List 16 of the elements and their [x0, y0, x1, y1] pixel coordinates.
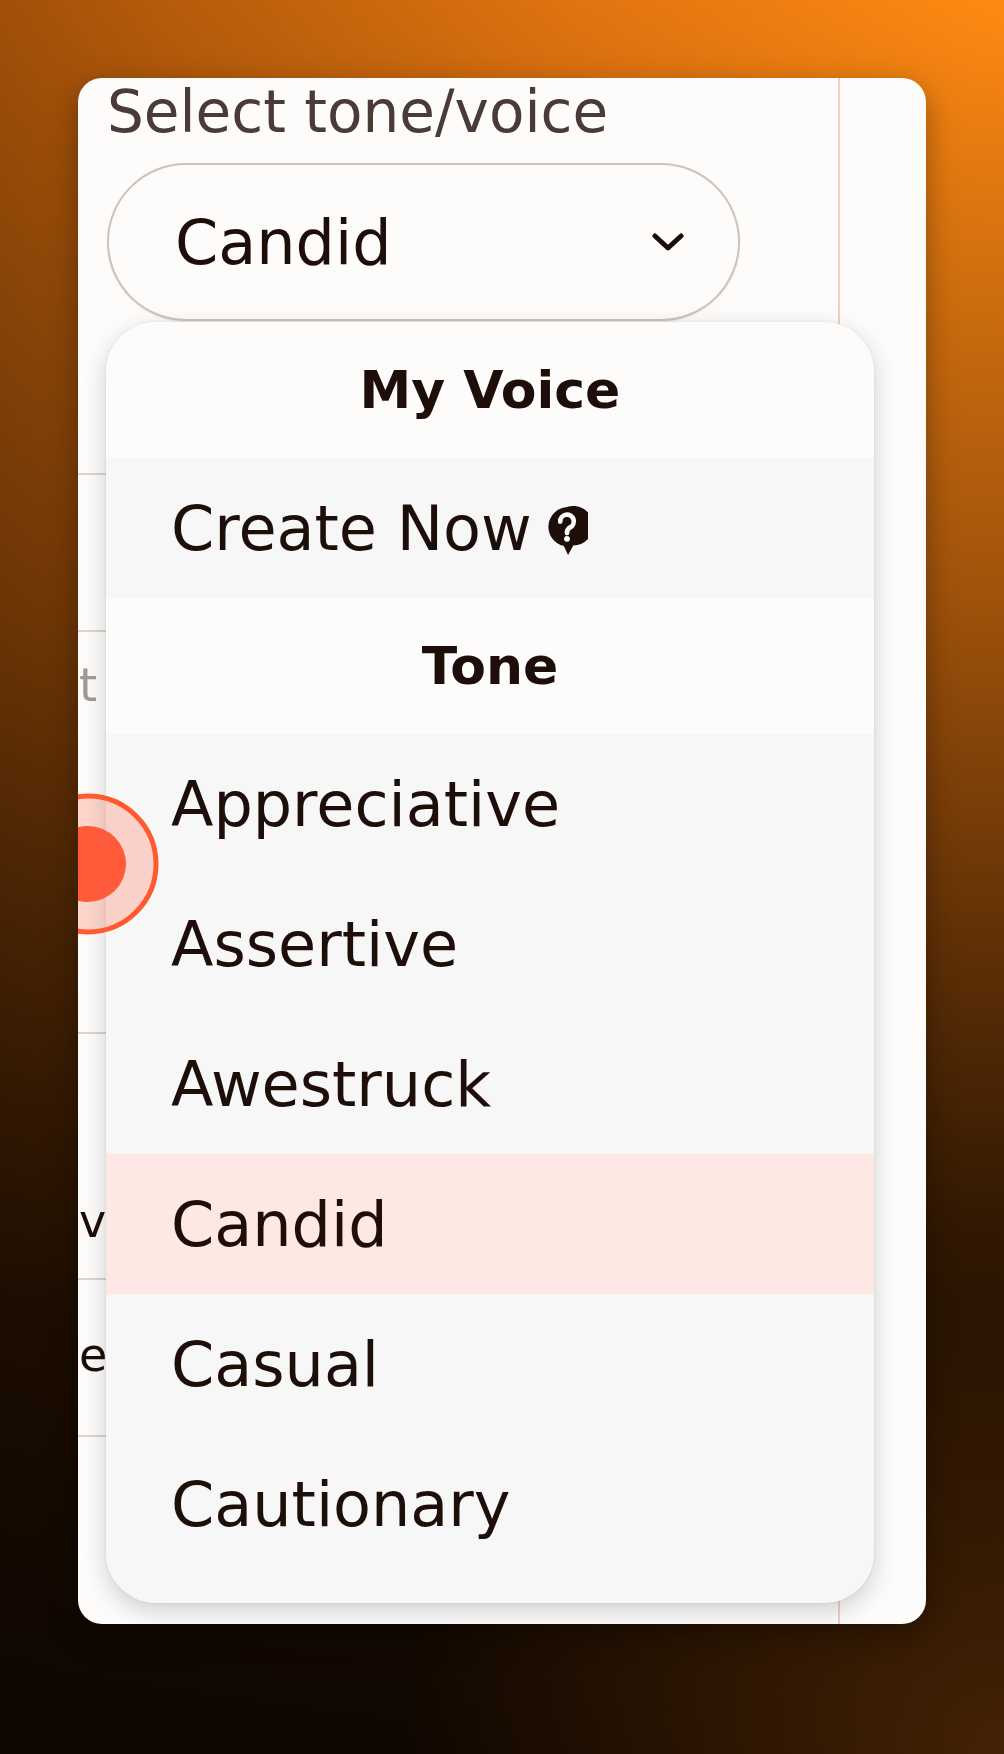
chevron-down-icon — [652, 233, 684, 251]
help-bubble-icon[interactable] — [545, 506, 588, 556]
menu-item[interactable]: Assertive — [106, 874, 874, 1014]
menu-item[interactable]: Candid — [106, 1154, 874, 1294]
field-value: e — [79, 1332, 108, 1378]
menu-item[interactable]: Casual — [106, 1294, 874, 1434]
menu-item[interactable]: Create Now — [106, 458, 874, 598]
field-value: v — [79, 1198, 107, 1244]
menu-section-heading: My Voice — [106, 322, 874, 458]
menu-item[interactable]: Appreciative — [106, 734, 874, 874]
tone-select[interactable]: Candid — [107, 163, 740, 321]
touch-marker-icon — [78, 792, 160, 936]
menu-section-heading: Tone — [106, 598, 874, 734]
menu-item[interactable]: Awestruck — [106, 1014, 874, 1154]
menu-item[interactable]: Cautionary — [106, 1434, 874, 1574]
field-label: Select tone/voice — [107, 83, 609, 141]
